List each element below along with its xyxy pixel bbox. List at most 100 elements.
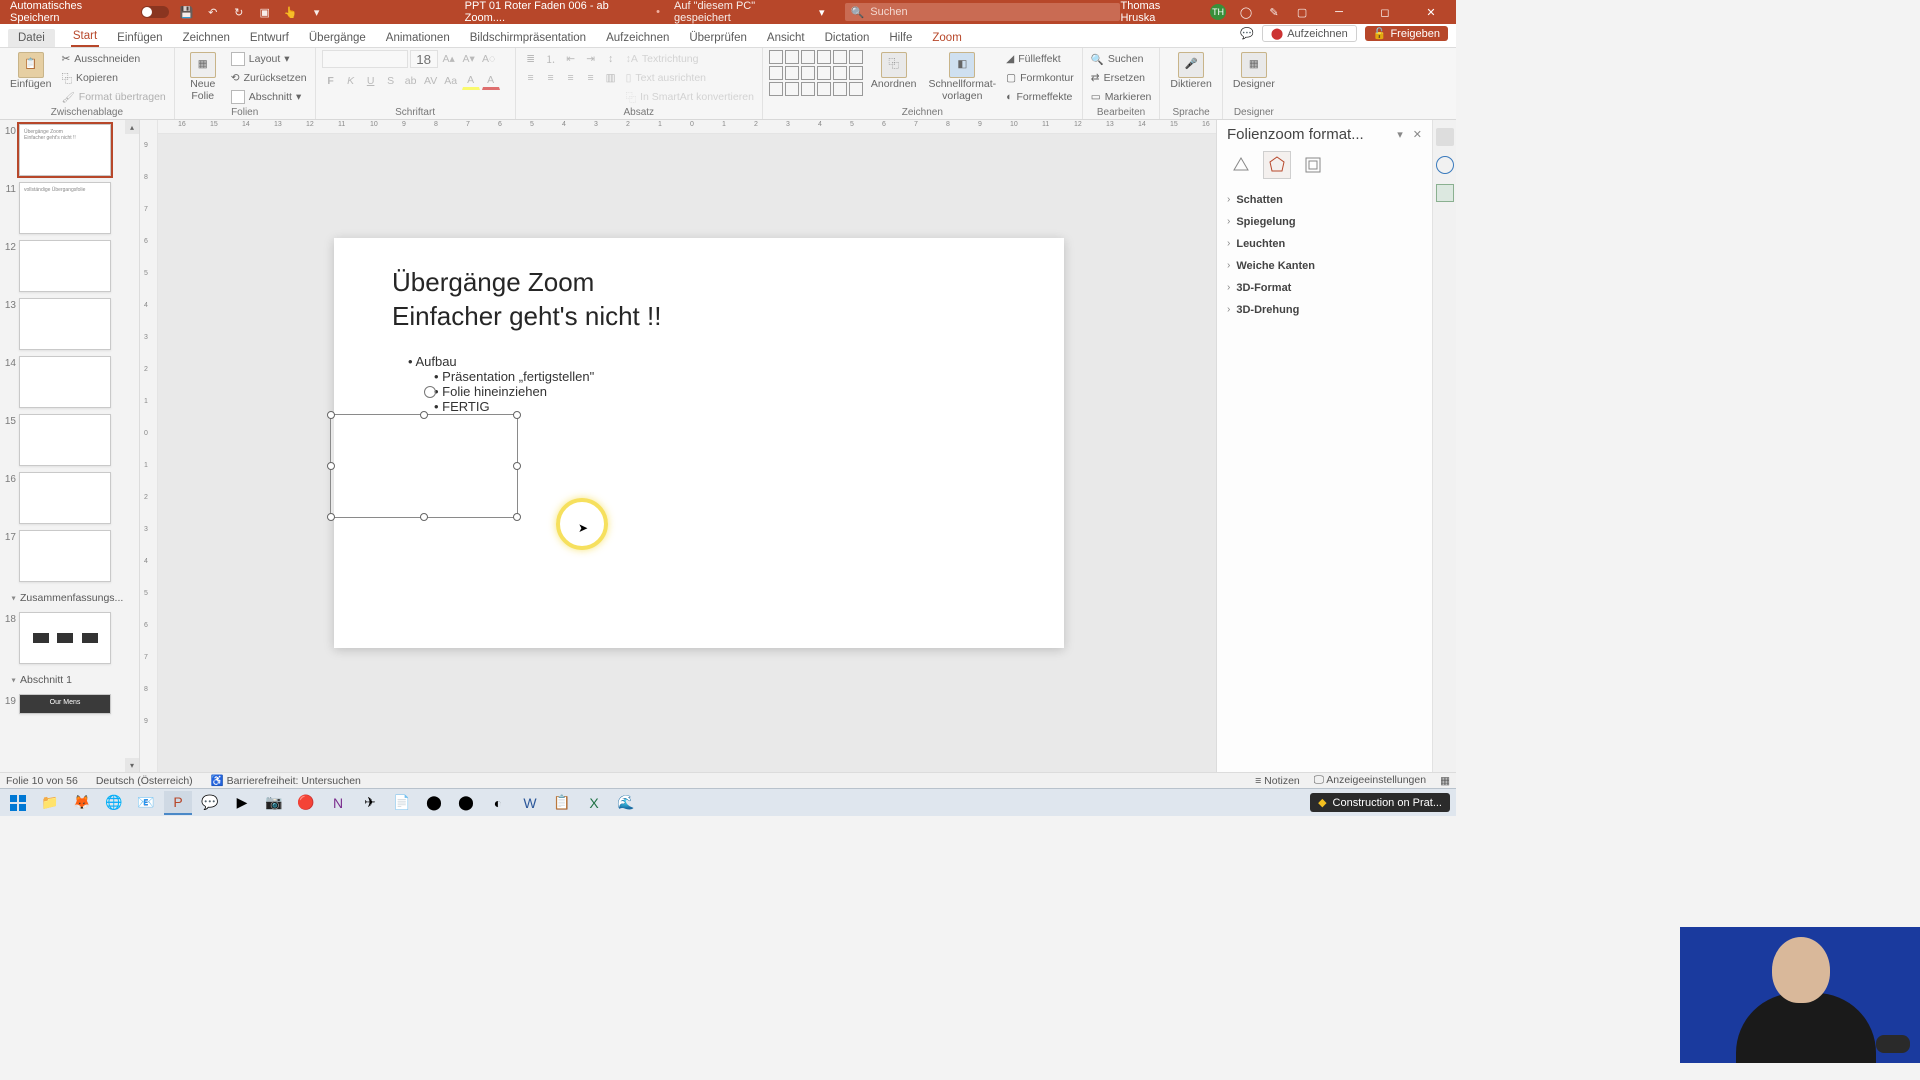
increase-font-icon[interactable]: A▴ [440,50,458,68]
save-location[interactable]: Auf "diesem PC" gespeichert [674,0,815,24]
bold-button[interactable]: F [322,72,340,90]
highlight-button[interactable]: A [462,72,480,90]
record-button[interactable]: ⬤Aufzeichnen [1262,25,1357,42]
slide-title[interactable]: Übergänge Zoom Einfacher geht's nicht !! [392,266,661,334]
tab-draw[interactable]: Zeichnen [181,29,232,47]
taskbar-excel-icon[interactable]: X [580,791,608,815]
thumb-scroll-down[interactable]: ▾ [125,758,139,772]
section-header[interactable]: Abschnitt 1 [0,670,133,688]
spacing-button[interactable]: AV [422,72,440,90]
align-center-icon[interactable]: ≡ [542,69,560,87]
taskbar-telegram-icon[interactable]: ✈ [356,791,384,815]
taskbar-chrome-icon[interactable]: 🌐 [100,791,128,815]
effects-button[interactable]: ◐Formeffekte [1004,88,1076,106]
resize-handle[interactable] [327,411,335,419]
resize-handle[interactable] [327,462,335,470]
designer-button[interactable]: ▦ Designer [1229,50,1279,93]
tab-review[interactable]: Überprüfen [687,29,749,47]
slide-canvas-area[interactable]: 1615141312111098765432101234567891011121… [158,120,1216,772]
tab-dictation[interactable]: Dictation [823,29,872,47]
effect-item-reflection[interactable]: Spiegelung [1227,211,1422,233]
decrease-font-icon[interactable]: A▾ [460,50,478,68]
effect-item-shadow[interactable]: Schatten [1227,189,1422,211]
taskbar-powerpoint-icon[interactable]: P [164,791,192,815]
replace-button[interactable]: ⇄Ersetzen [1089,69,1154,87]
indent-dec-icon[interactable]: ⇤ [562,50,580,68]
slide-thumbnail-16[interactable] [19,472,111,524]
slide-thumbnail-19[interactable]: Our Mens [19,694,111,714]
effect-item-soft-edges[interactable]: Weiche Kanten [1227,255,1422,277]
italic-button[interactable]: K [342,72,360,90]
resize-handle[interactable] [513,513,521,521]
undo-icon[interactable]: ↶ [205,4,221,20]
fill-button[interactable]: ◢Fülleffekt [1004,50,1076,68]
tab-start[interactable]: Start [71,27,99,47]
tab-record[interactable]: Aufzeichnen [604,29,671,47]
resize-handle[interactable] [513,462,521,470]
justify-icon[interactable]: ≡ [582,69,600,87]
slide-thumbnail-11[interactable]: vollständige Übergangsfolie [19,182,111,234]
autosave-toggle[interactable]: Automatisches Speichern [4,0,175,24]
comments-icon[interactable]: 💬 [1240,27,1254,40]
taskbar-app-icon[interactable]: 🔴 [292,791,320,815]
save-icon[interactable]: 💾 [179,4,195,20]
tab-file[interactable]: Datei [8,29,55,47]
section-button[interactable]: Abschnitt▾ [229,88,309,106]
tab-insert[interactable]: Einfügen [115,29,164,47]
effect-item-3d-rotation[interactable]: 3D-Drehung [1227,299,1422,321]
accessibility-status[interactable]: ♿ Barrierefreiheit: Untersuchen [211,774,361,787]
coming-soon-icon[interactable]: ◯ [1238,4,1254,20]
window-icon[interactable]: ▢ [1294,4,1310,20]
slide-thumbnail-18[interactable] [19,612,111,664]
tab-slideshow[interactable]: Bildschirmpräsentation [468,29,588,47]
format-painter-button[interactable]: 🖌Format übertragen [59,88,167,106]
tab-animations[interactable]: Animationen [384,29,452,47]
slide-thumbnail-14[interactable] [19,356,111,408]
taskbar-edge-icon[interactable]: 🌊 [612,791,640,815]
taskbar-app-icon[interactable]: ⬤ [452,791,480,815]
columns-icon[interactable]: ▥ [602,69,620,87]
view-normal-icon[interactable]: ▦ [1440,775,1450,787]
quick-styles-button[interactable]: ◧ Schnellformat- vorlagen [924,50,1000,104]
tab-help[interactable]: Hilfe [887,29,914,47]
taskbar-app-icon[interactable]: 📋 [548,791,576,815]
chevron-down-icon[interactable]: ▾ [1397,128,1403,141]
taskbar-onenote-icon[interactable]: N [324,791,352,815]
taskbar-word-icon[interactable]: W [516,791,544,815]
side-icon[interactable] [1436,128,1454,146]
taskbar-app-icon[interactable]: 📷 [260,791,288,815]
touch-mode-icon[interactable]: 👆 [283,4,299,20]
effect-item-glow[interactable]: Leuchten [1227,233,1422,255]
user-avatar[interactable]: TH [1210,4,1226,20]
format-tab-fill[interactable] [1227,151,1255,179]
text-direction-button[interactable]: ↕ATextrichtung [624,50,756,68]
thumb-scroll-up[interactable]: ▴ [125,120,139,134]
taskbar-app-icon[interactable]: 💬 [196,791,224,815]
chevron-down-icon[interactable]: ▾ [819,6,825,19]
bullets-icon[interactable]: ≣ [522,50,540,68]
close-button[interactable]: ✕ [1414,6,1448,19]
user-name[interactable]: Thomas Hruska [1120,0,1198,24]
taskbar-firefox-icon[interactable]: 🦊 [68,791,96,815]
shadow-button[interactable]: ab [402,72,420,90]
find-button[interactable]: 🔍Suchen [1089,50,1154,68]
slide-thumbnail-15[interactable] [19,414,111,466]
taskbar-outlook-icon[interactable]: 📧 [132,791,160,815]
taskbar-vlc-icon[interactable]: ▶ [228,791,256,815]
dictate-button[interactable]: 🎤 Diktieren [1166,50,1215,93]
close-icon[interactable]: ✕ [1413,128,1422,141]
taskbar-notification[interactable]: ◆ Construction on Prat... [1310,793,1450,812]
layout-button[interactable]: Layout▾ [229,50,309,68]
section-header[interactable]: Zusammenfassungs... [0,588,133,606]
font-name-input[interactable] [322,50,408,68]
language-status[interactable]: Deutsch (Österreich) [96,775,193,787]
slide-thumbnail-17[interactable] [19,530,111,582]
cut-button[interactable]: ✂Ausschneiden [59,50,167,68]
strike-button[interactable]: S [382,72,400,90]
underline-button[interactable]: U [362,72,380,90]
toggle-switch-icon[interactable] [141,6,169,18]
arrange-button[interactable]: ⿻ Anordnen [867,50,921,93]
maximize-button[interactable]: ◻ [1368,6,1402,19]
font-color-button[interactable]: A [482,72,500,90]
case-button[interactable]: Aa [442,72,460,90]
